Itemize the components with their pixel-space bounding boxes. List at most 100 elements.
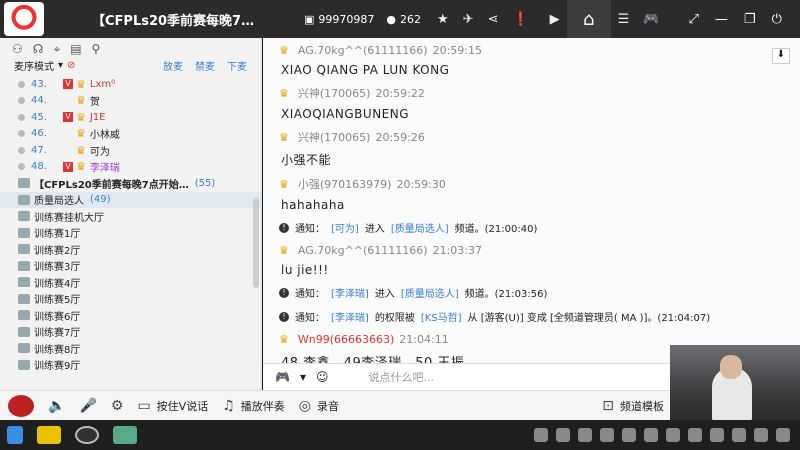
- queue-number: 47.: [31, 144, 47, 156]
- chevron-down-icon[interactable]: ▾: [300, 370, 306, 384]
- crown-icon: ♛: [279, 44, 289, 57]
- channel-template-button[interactable]: ⊡ 频道模板: [602, 398, 664, 414]
- scrollbar[interactable]: [253, 198, 259, 288]
- app-icon[interactable]: [113, 426, 137, 444]
- tray-icon[interactable]: [710, 428, 724, 442]
- ban-mic-link[interactable]: 禁麦: [195, 58, 215, 73]
- maximize-button[interactable]: ❐: [744, 12, 756, 27]
- scroll-down-button[interactable]: ⬇: [772, 48, 790, 64]
- v-badge-icon: V: [63, 79, 73, 90]
- tray-icon[interactable]: [578, 428, 592, 442]
- channel-item[interactable]: 训练赛1厅: [0, 225, 261, 242]
- queue-item[interactable]: 45. V ♛ J1E: [0, 109, 261, 126]
- channel-name: 训练赛9厅: [34, 361, 81, 373]
- queue-number: 48.: [31, 161, 47, 173]
- record-icon: ◎: [298, 397, 311, 414]
- share-icon[interactable]: ⋖: [488, 12, 499, 27]
- channel-name: 质量局选人: [34, 196, 84, 208]
- channel-name: 训练赛1厅: [34, 229, 81, 241]
- tray-icon[interactable]: [688, 428, 702, 442]
- channel-icon: [18, 326, 30, 337]
- chat-input[interactable]: 说点什么吧...: [369, 369, 435, 385]
- mic-button[interactable]: 🎤: [79, 398, 96, 414]
- tray-icon[interactable]: [666, 428, 680, 442]
- channel-item[interactable]: 训练赛挂机大厅: [0, 208, 261, 225]
- channel-item[interactable]: 质量局选人 (49): [0, 191, 261, 208]
- notice-icon[interactable]: ▤: [70, 42, 81, 56]
- alert-icon[interactable]: ❗: [512, 12, 528, 27]
- members-icon[interactable]: ⚇: [12, 42, 23, 56]
- queue-item[interactable]: 43. V ♛ Lxm⁰: [0, 76, 261, 93]
- status-dot: [18, 146, 25, 154]
- settings-button[interactable]: ⚙: [111, 398, 124, 414]
- channel-item[interactable]: 训练赛9厅: [0, 357, 261, 374]
- tray-icon[interactable]: [622, 428, 636, 442]
- list-icon[interactable]: ☰: [618, 12, 630, 27]
- queue-number: 44.: [31, 95, 47, 107]
- emoji-icon[interactable]: ☺: [316, 370, 329, 384]
- channel-item[interactable]: 训练赛4厅: [0, 274, 261, 291]
- system-notice: ! 通知： [李泽瑞] 进入 [质量局选人] 频道。(21:03:56): [279, 285, 784, 300]
- no-mic-icon[interactable]: ⊘: [67, 60, 75, 71]
- id-icon: ▣: [304, 12, 315, 26]
- channel-name: 训练赛挂机大厅: [34, 212, 104, 224]
- mic-links: 放麦 禁麦 下麦: [163, 58, 247, 73]
- channel-item[interactable]: 训练赛2厅: [0, 241, 261, 258]
- queue-item[interactable]: 46. ♛ 小林威: [0, 126, 261, 143]
- tray-icon[interactable]: [644, 428, 658, 442]
- webcam-overlay: [670, 345, 800, 420]
- tray-icon[interactable]: [534, 428, 548, 442]
- queue-item[interactable]: 48. V ♛ 李泽瑞: [0, 159, 261, 176]
- message-header: ♛ AG.70kg^^(61111166) 20:59:15: [279, 44, 482, 57]
- location-icon[interactable]: ⌖: [53, 42, 60, 56]
- queue-item[interactable]: 47. ♛ 可为: [0, 142, 261, 159]
- home-tab[interactable]: ⌂: [566, 0, 611, 38]
- avatar[interactable]: [8, 394, 34, 417]
- gamepad-icon[interactable]: 🎮: [643, 12, 659, 27]
- minimize-button[interactable]: —: [715, 12, 728, 27]
- channel-icon: [18, 244, 30, 255]
- skin-icon[interactable]: ⤢: [689, 12, 699, 27]
- yy-app-icon[interactable]: [37, 426, 61, 444]
- square-icon: ▭: [137, 397, 151, 414]
- tray-icon[interactable]: [556, 428, 570, 442]
- windows-start-icon[interactable]: [7, 426, 23, 444]
- headset-icon[interactable]: ☊: [33, 42, 44, 56]
- tray-icon[interactable]: [600, 428, 614, 442]
- crown-icon: ♛: [279, 130, 289, 144]
- channel-list: 【CFPLs20季前赛每晚7点开始… (55) 质量局选人 (49) 训练赛挂机大厅 训练…: [0, 175, 261, 373]
- star-icon[interactable]: ★: [437, 12, 449, 27]
- queue-name: Lxm⁰: [89, 78, 116, 90]
- crown-icon: ♛: [76, 77, 86, 91]
- template-icon: ⊡: [602, 397, 614, 414]
- channel-count: (55): [194, 177, 216, 189]
- push-to-talk-button[interactable]: ▭ 按住V说话: [137, 398, 208, 414]
- channel-item[interactable]: 训练赛3厅: [0, 258, 261, 275]
- obs-icon[interactable]: [75, 426, 99, 444]
- channel-item[interactable]: 训练赛6厅: [0, 307, 261, 324]
- down-mic-link[interactable]: 下麦: [227, 58, 247, 73]
- channel-item[interactable]: 训练赛7厅: [0, 324, 261, 341]
- sort-mode-select[interactable]: 麦序模式: [14, 58, 54, 73]
- channel-item[interactable]: 训练赛5厅: [0, 291, 261, 308]
- plane-icon[interactable]: ✈: [463, 12, 474, 27]
- volume-button[interactable]: 🔈: [48, 398, 65, 414]
- close-button[interactable]: ⏻: [772, 12, 782, 27]
- release-mic-link[interactable]: 放麦: [163, 58, 183, 73]
- tray-icon[interactable]: [776, 428, 790, 442]
- crown-icon: ♛: [76, 94, 86, 108]
- play-music-button[interactable]: ♫ 播放伴奏: [222, 398, 285, 414]
- queue-item[interactable]: 44. ♛ 贺: [0, 93, 261, 110]
- search-icon[interactable]: ⚲: [92, 42, 101, 56]
- tray-icon[interactable]: [732, 428, 746, 442]
- crown-icon: ♛: [279, 177, 289, 191]
- channel-item[interactable]: 【CFPLs20季前赛每晚7点开始… (55): [0, 175, 261, 192]
- v-badge-icon: V: [63, 161, 73, 172]
- video-icon[interactable]: ▶: [550, 12, 560, 27]
- tray-icon[interactable]: [754, 428, 768, 442]
- app-logo: [4, 2, 44, 36]
- channel-item[interactable]: 训练赛8厅: [0, 340, 261, 357]
- gamepad-icon[interactable]: 🎮: [275, 370, 290, 384]
- bottom-toolbar: 🔈 🎤 ⚙ ▭ 按住V说话 ♫ 播放伴奏 ◎ 录音 ⊡ 频道模板: [0, 390, 670, 420]
- record-button[interactable]: ◎ 录音: [299, 398, 339, 414]
